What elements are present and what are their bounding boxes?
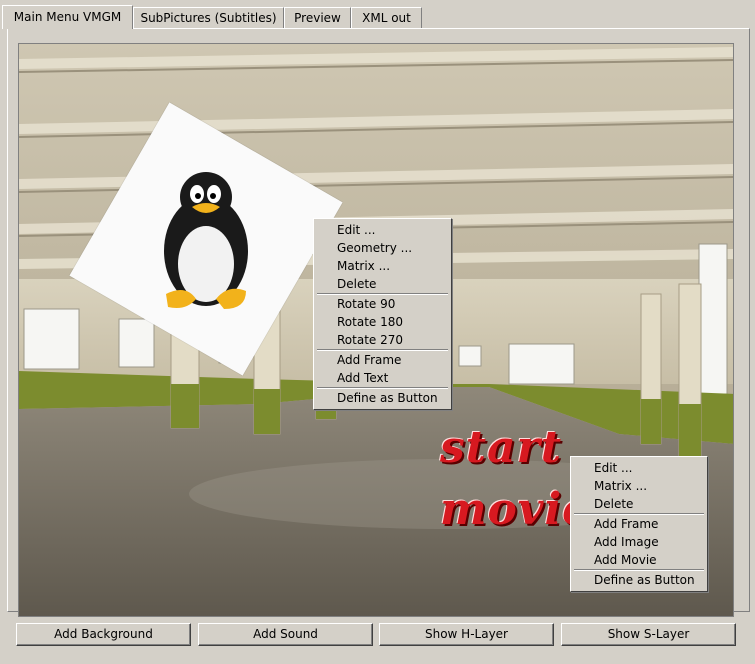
tab-xml-out[interactable]: XML out: [351, 7, 422, 28]
menu-item-add-image[interactable]: Add Image: [571, 533, 707, 551]
menu-item-delete[interactable]: Delete: [314, 275, 451, 293]
text-object-start[interactable]: start: [440, 422, 562, 473]
menu-item-rotate-90[interactable]: Rotate 90: [314, 295, 451, 313]
menu-item-add-text[interactable]: Add Text: [314, 369, 451, 387]
menu-item-rotate-270[interactable]: Rotate 270: [314, 331, 451, 349]
menu-item-define-as-button[interactable]: Define as Button: [314, 389, 451, 407]
menu-item-geometry[interactable]: Geometry ...: [314, 239, 451, 257]
penguin-icon: [164, 172, 248, 309]
text-object-movie[interactable]: movie: [440, 484, 591, 535]
menu-item-edit[interactable]: Edit ...: [314, 221, 451, 239]
menu-item-edit[interactable]: Edit ...: [571, 459, 707, 477]
menu-item-matrix[interactable]: Matrix ...: [571, 477, 707, 495]
penguin-image-object[interactable]: [69, 102, 343, 376]
menu-item-matrix[interactable]: Matrix ...: [314, 257, 451, 275]
menu-item-add-frame[interactable]: Add Frame: [314, 351, 451, 369]
show-s-layer-button[interactable]: Show S-Layer: [561, 623, 736, 646]
menu-item-add-movie[interactable]: Add Movie: [571, 551, 707, 569]
menu-item-delete[interactable]: Delete: [571, 495, 707, 513]
menu-item-add-frame[interactable]: Add Frame: [571, 515, 707, 533]
image-context-menu: Edit ... Geometry ... Matrix ... Delete …: [313, 218, 452, 410]
show-h-layer-button[interactable]: Show H-Layer: [379, 623, 554, 646]
text-context-menu: Edit ... Matrix ... Delete Add Frame Add…: [570, 456, 708, 592]
menu-item-rotate-180[interactable]: Rotate 180: [314, 313, 451, 331]
tab-main-menu-vmgm[interactable]: Main Menu VMGM: [2, 5, 133, 29]
tab-preview[interactable]: Preview: [284, 7, 351, 28]
add-background-button[interactable]: Add Background: [16, 623, 191, 646]
tab-subpictures[interactable]: SubPictures (Subtitles): [133, 7, 284, 28]
add-sound-button[interactable]: Add Sound: [198, 623, 373, 646]
menu-item-define-as-button[interactable]: Define as Button: [571, 571, 707, 589]
